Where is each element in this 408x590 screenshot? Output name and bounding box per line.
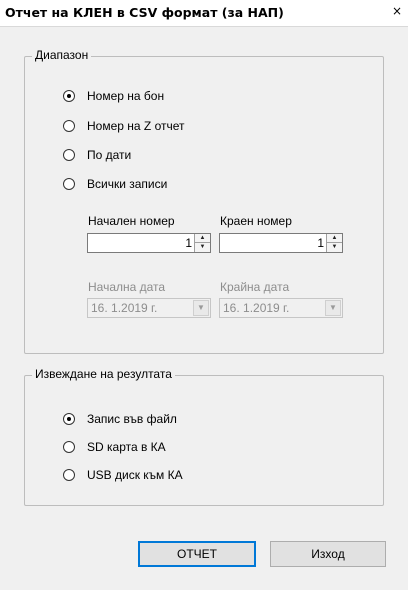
end-number-value: 1 bbox=[317, 236, 324, 250]
title-bar: Отчет на КЛЕН в CSV формат (за НАП) × bbox=[0, 0, 408, 27]
radio-label: Номер на бон bbox=[87, 89, 165, 103]
radio-label: Запис във файл bbox=[87, 412, 177, 426]
end-date-picker: 16. 1.2019 г. ▼ bbox=[219, 298, 343, 318]
start-date-picker: 16. 1.2019 г. ▼ bbox=[87, 298, 211, 318]
start-number-input[interactable]: 1 ▲ ▼ bbox=[87, 233, 211, 253]
radio-all-records[interactable]: Всички записи bbox=[63, 176, 167, 192]
radio-write-to-file[interactable]: Запис във файл bbox=[63, 411, 177, 427]
chevron-down-icon: ▼ bbox=[325, 300, 341, 316]
window-title: Отчет на КЛЕН в CSV формат (за НАП) bbox=[5, 5, 284, 20]
radio-button-icon bbox=[63, 413, 75, 425]
radio-label: Номер на Z отчет bbox=[87, 119, 185, 133]
radio-label: По дати bbox=[87, 148, 132, 162]
start-date-value: 16. 1.2019 г. bbox=[91, 301, 158, 315]
spin-down-icon[interactable]: ▼ bbox=[327, 243, 342, 252]
report-button[interactable]: ОТЧЕТ bbox=[138, 541, 256, 567]
radio-button-icon bbox=[63, 441, 75, 453]
radio-by-dates[interactable]: По дати bbox=[63, 147, 131, 163]
range-group-label: Диапазон bbox=[32, 48, 92, 62]
close-icon[interactable]: × bbox=[386, 0, 408, 24]
exit-button[interactable]: Изход bbox=[270, 541, 386, 567]
radio-label: Всички записи bbox=[87, 177, 168, 191]
spin-down-icon[interactable]: ▼ bbox=[195, 243, 210, 252]
start-number-spinner: ▲ ▼ bbox=[194, 234, 210, 252]
radio-sd-card[interactable]: SD карта в КА bbox=[63, 439, 166, 455]
start-date-label: Начална дата bbox=[88, 280, 166, 294]
output-group-label: Извеждане на резултата bbox=[32, 367, 175, 381]
radio-usb-disk[interactable]: USB диск към КА bbox=[63, 467, 183, 483]
radio-z-report-number[interactable]: Номер на Z отчет bbox=[63, 118, 185, 134]
radio-button-icon bbox=[63, 178, 75, 190]
start-number-label: Начален номер bbox=[88, 214, 175, 228]
radio-button-icon bbox=[63, 90, 75, 102]
radio-button-icon bbox=[63, 149, 75, 161]
radio-label: USB диск към КА bbox=[87, 468, 183, 482]
radio-button-icon bbox=[63, 469, 75, 481]
spin-up-icon[interactable]: ▲ bbox=[327, 234, 342, 243]
radio-label: SD карта в КА bbox=[87, 440, 166, 454]
spin-up-icon[interactable]: ▲ bbox=[195, 234, 210, 243]
end-date-label: Крайна дата bbox=[220, 280, 290, 294]
report-dialog: Отчет на КЛЕН в CSV формат (за НАП) × Ди… bbox=[0, 0, 408, 590]
end-number-spinner: ▲ ▼ bbox=[326, 234, 342, 252]
radio-receipt-number[interactable]: Номер на бон bbox=[63, 88, 164, 104]
radio-button-icon bbox=[63, 120, 75, 132]
start-number-value: 1 bbox=[185, 236, 192, 250]
end-date-value: 16. 1.2019 г. bbox=[223, 301, 290, 315]
end-number-label: Краен номер bbox=[220, 214, 292, 228]
chevron-down-icon: ▼ bbox=[193, 300, 209, 316]
end-number-input[interactable]: 1 ▲ ▼ bbox=[219, 233, 343, 253]
